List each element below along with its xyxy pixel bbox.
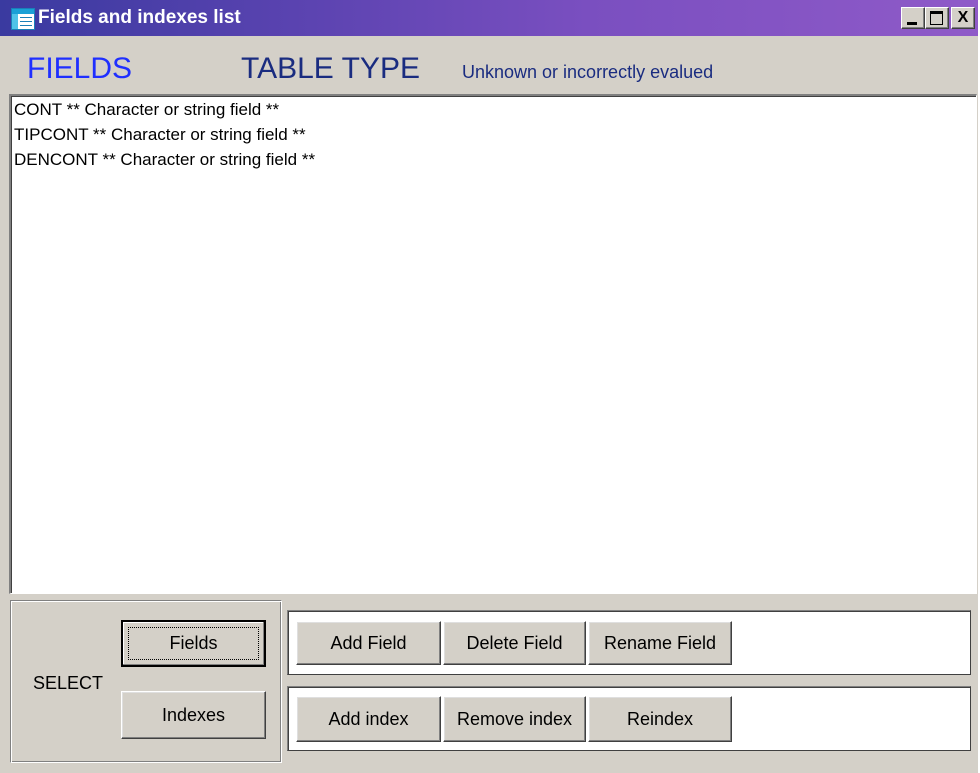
title-bar[interactable]: Fields and indexes list X (0, 0, 978, 36)
add-index-button[interactable]: Add index (296, 696, 441, 742)
close-icon: X (957, 9, 969, 26)
fields-button[interactable]: Fields (121, 620, 266, 667)
field-actions-panel: Add Field Delete Field Rename Field (287, 610, 971, 675)
list-item[interactable]: CONT ** Character or string field ** (11, 97, 976, 122)
select-label: SELECT (33, 673, 104, 693)
indexes-button[interactable]: Indexes (121, 691, 266, 739)
list-item[interactable]: DENCONT ** Character or string field ** (11, 147, 976, 172)
maximize-button[interactable] (925, 7, 949, 29)
table-type-value: Unknown or incorrectly evalued (462, 62, 714, 82)
remove-index-button[interactable]: Remove index (443, 696, 586, 742)
reindex-label: Reindex (626, 709, 694, 729)
header-bar: FIELDS TABLE TYPE Unknown or incorrectly… (0, 36, 978, 94)
delete-field-button[interactable]: Delete Field (443, 621, 586, 665)
table-app-icon (11, 8, 35, 30)
indexes-button-label: Indexes (161, 705, 226, 725)
table-type-label: TABLE TYPE (241, 52, 420, 85)
maximize-icon (930, 11, 943, 25)
select-group: SELECT Fields Indexes (10, 600, 282, 763)
minimize-button[interactable] (901, 7, 925, 29)
rename-field-label: Rename Field (603, 633, 717, 653)
minimize-icon (907, 22, 917, 25)
window-title: Fields and indexes list (38, 7, 241, 28)
add-field-label: Add Field (330, 633, 407, 653)
close-button[interactable]: X (951, 7, 975, 29)
add-index-label: Add index (328, 709, 409, 729)
index-actions-panel: Add index Remove index Reindex (287, 686, 971, 751)
fields-listbox[interactable]: CONT ** Character or string field ** TIP… (9, 94, 977, 594)
fields-button-label: Fields (169, 633, 218, 653)
list-item[interactable]: TIPCONT ** Character or string field ** (11, 122, 976, 147)
fields-heading: FIELDS (27, 52, 133, 85)
remove-index-label: Remove index (456, 709, 573, 729)
delete-field-label: Delete Field (466, 633, 563, 653)
add-field-button[interactable]: Add Field (296, 621, 441, 665)
reindex-button[interactable]: Reindex (588, 696, 732, 742)
fields-indexes-window: Fields and indexes list X FIELDS TABLE T… (0, 0, 978, 773)
rename-field-button[interactable]: Rename Field (588, 621, 732, 665)
